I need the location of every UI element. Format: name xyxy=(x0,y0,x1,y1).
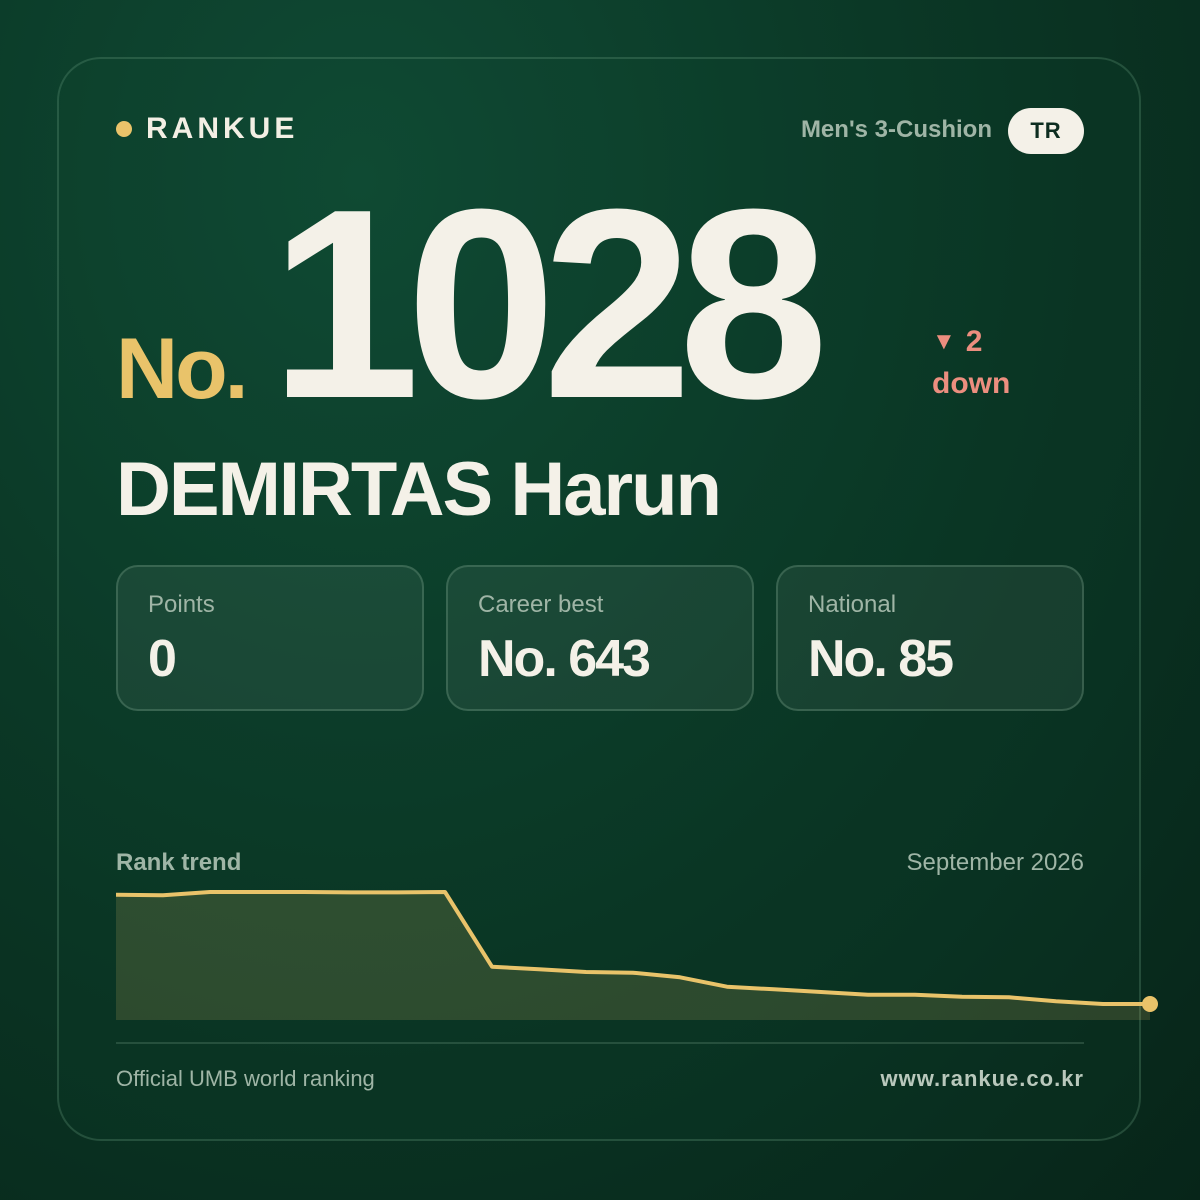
stat-label: Points xyxy=(148,591,215,618)
trend-date: September 2026 xyxy=(906,849,1084,876)
stat-card-points: Points 0 xyxy=(116,565,424,711)
country-badge: TR xyxy=(1008,108,1084,154)
rank-trend-chart xyxy=(116,890,1158,1020)
trend-area xyxy=(116,892,1150,1020)
rank-change-amount: 2 xyxy=(965,325,983,358)
rank-prefix: No. xyxy=(116,321,249,417)
brand-dot-icon xyxy=(116,121,132,137)
stat-value: 0 xyxy=(148,630,177,688)
trend-title: Rank trend xyxy=(116,849,242,876)
triangle-down-icon: ▼ xyxy=(932,328,956,355)
stat-value: No. 643 xyxy=(478,630,651,688)
stat-label: Career best xyxy=(478,591,604,618)
stat-value: No. 85 xyxy=(808,630,954,688)
category-label: Men's 3-Cushion xyxy=(800,116,992,143)
rank-change: ▼ 2 down xyxy=(932,322,1010,404)
divider xyxy=(116,1042,1084,1044)
brand-name: RANKUE xyxy=(146,112,299,145)
rank-change-direction: down xyxy=(932,367,1011,400)
footer-url: www.rankue.co.kr xyxy=(880,1066,1084,1091)
footer-source: Official UMB world ranking xyxy=(116,1066,375,1091)
stat-card-national: National No. 85 xyxy=(776,565,1084,711)
stat-label: National xyxy=(808,591,897,618)
trend-current-point xyxy=(1142,996,1158,1012)
player-name: DEMIRTAS Harun xyxy=(116,447,722,532)
stat-card-career-best: Career best No. 643 xyxy=(446,565,754,711)
rank-value: 1028 xyxy=(270,154,829,455)
brand: RANKUE xyxy=(116,112,298,146)
